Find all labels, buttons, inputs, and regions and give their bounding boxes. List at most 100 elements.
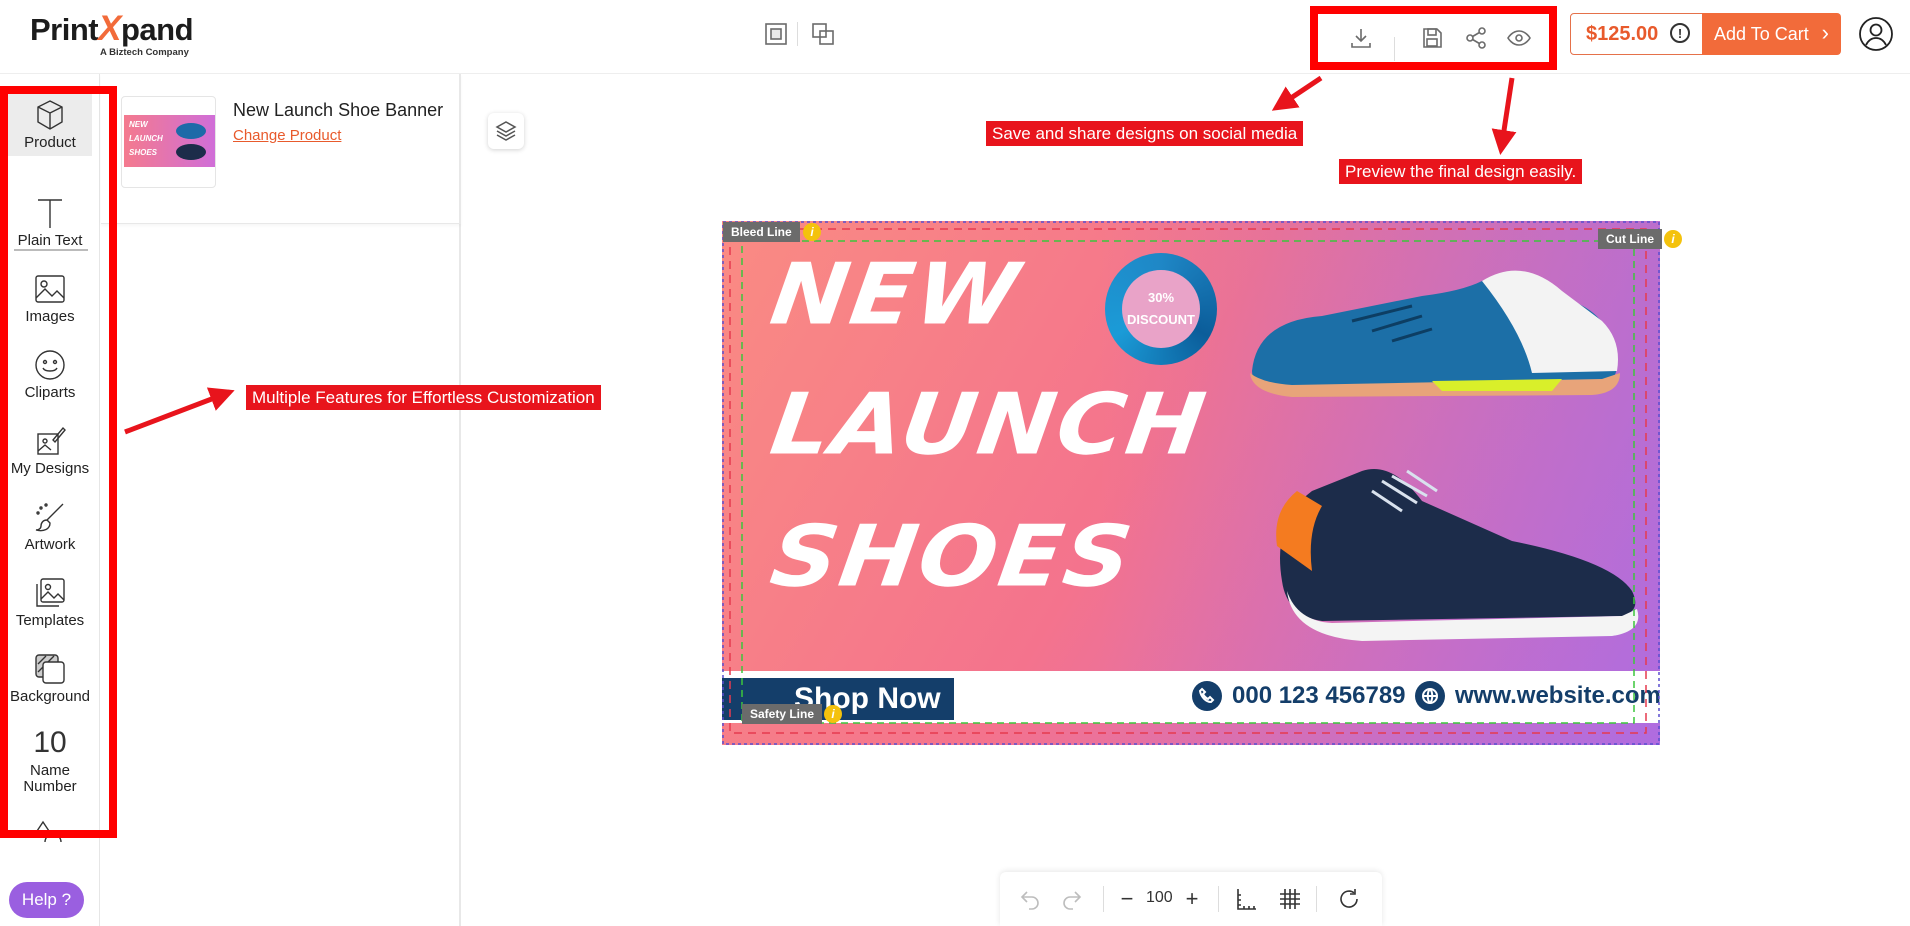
sidebar-item-product[interactable]: Product — [8, 90, 92, 156]
printxpand-logo[interactable]: PrintXpand A Biztech Company — [30, 10, 210, 60]
thumb-text-2: LAUNCH — [129, 134, 163, 143]
arrow-save-share — [1271, 75, 1323, 111]
blue-sneaker-image[interactable] — [1232, 261, 1632, 411]
website-url: www.website.com — [1455, 682, 1660, 709]
product-title: New Launch Shoe Banner — [233, 100, 444, 120]
banner-design-canvas[interactable]: NEW LAUNCH SHOES 30% DISCOUNT Shop Now 0… — [722, 221, 1660, 745]
discount-badge-inner: 30% DISCOUNT — [1122, 270, 1200, 348]
sidebar-item-name-number[interactable]: 10 Name Number — [8, 726, 92, 795]
discount-label: DISCOUNT — [1127, 312, 1195, 327]
user-account-icon[interactable] — [1858, 16, 1894, 52]
layers-icon — [495, 121, 517, 141]
thumb-shoe-2 — [176, 144, 206, 160]
phone-icon — [1192, 681, 1222, 711]
sidebar-item-images[interactable]: Images — [8, 272, 92, 325]
undo-icon[interactable] — [1016, 885, 1044, 913]
banner-contact-bar: Shop Now 000 123 456789 www.website.com — [722, 671, 1660, 723]
cut-line-label: Cut Line — [1598, 229, 1662, 249]
logo-x: X — [98, 9, 121, 48]
bleed-info-icon[interactable]: i — [803, 223, 821, 241]
zoom-in-button[interactable]: + — [1178, 885, 1206, 913]
send-backward-icon[interactable] — [808, 19, 838, 49]
headline-shoes[interactable]: SHOES — [765, 507, 1139, 605]
bleed-line-label: Bleed Line — [723, 222, 800, 242]
change-product-link[interactable]: Change Product — [233, 127, 341, 144]
grid-icon[interactable] — [1276, 885, 1304, 913]
add-to-cart-label: Add To Cart — [1714, 23, 1809, 44]
safety-info-icon[interactable]: i — [824, 705, 842, 723]
globe-icon — [1415, 681, 1445, 711]
sidebar-divider — [14, 249, 88, 251]
toolbar-divider — [1316, 886, 1317, 912]
logo-suffix: pand — [120, 12, 194, 47]
redo-icon[interactable] — [1058, 885, 1086, 913]
logo-tagline: A Biztech Company — [100, 47, 189, 58]
toolbar-divider — [1103, 886, 1104, 912]
sidebar-item-templates[interactable]: Templates — [8, 576, 92, 629]
safety-line-label: Safety Line — [742, 704, 823, 724]
logo-wordmark: PrintXpand — [30, 10, 210, 49]
image-icon — [35, 275, 65, 303]
product-thumbnail[interactable]: NEW LAUNCH SHOES — [121, 96, 216, 188]
navy-sneaker-image[interactable] — [1252, 451, 1652, 651]
canvas-toolbar: − 100 + — [1000, 872, 1382, 926]
toolbar-divider — [1394, 37, 1395, 61]
ruler-icon[interactable] — [1232, 885, 1260, 913]
zoom-level: 100 — [1146, 889, 1173, 906]
phone-number: 000 123 456789 — [1232, 682, 1406, 709]
sidebar-item-label: Cliparts — [24, 384, 76, 401]
toolbar-divider — [1218, 886, 1219, 912]
sidebar-item-background[interactable]: Background — [8, 652, 92, 705]
text-t-icon — [38, 199, 62, 228]
annotation-save-share: Save and share designs on social media — [986, 121, 1304, 146]
sidebar-item-artwork[interactable]: Artwork — [8, 500, 92, 553]
tool-sidebar: Product Plain Text Images Cliparts My De… — [0, 74, 100, 926]
save-share-toolbar — [1310, 6, 1557, 70]
save-icon[interactable] — [1417, 23, 1447, 53]
top-header: PrintXpand A Biztech Company $125.00 ! A… — [0, 0, 1910, 74]
background-icon — [35, 654, 65, 684]
cut-info-icon[interactable]: i — [1664, 230, 1682, 248]
thumb-text-3: SHOES — [129, 148, 158, 157]
sidebar-item-label: Templates — [15, 612, 85, 629]
price-info-icon[interactable]: ! — [1670, 23, 1690, 43]
download-icon[interactable] — [1346, 23, 1376, 53]
product-card: NEW LAUNCH SHOES New Launch Shoe Banner … — [101, 74, 461, 224]
layers-button[interactable] — [488, 113, 524, 149]
sidebar-item-plain-text[interactable]: Plain Text — [8, 196, 92, 249]
sidebar-item-cliparts[interactable]: Cliparts — [8, 348, 92, 401]
sidebar-item-label-line1: Name — [29, 762, 70, 779]
sidebar-item-shapes[interactable] — [8, 820, 92, 842]
price-display: $125.00 ! — [1570, 13, 1703, 55]
artwork-brush-icon — [35, 503, 64, 532]
arrow-preview — [1491, 77, 1517, 155]
sidebar-item-my-designs[interactable]: My Designs — [8, 424, 92, 477]
thumb-shoe-1 — [176, 123, 206, 139]
zoom-out-button[interactable]: − — [1113, 885, 1141, 913]
arrange-divider — [797, 22, 798, 46]
discount-badge[interactable]: 30% DISCOUNT — [1105, 253, 1217, 365]
help-button[interactable]: Help ? — [9, 882, 84, 918]
templates-icon — [36, 578, 65, 607]
sidebar-item-label: Plain Text — [17, 232, 83, 249]
sidebar-item-label: Artwork — [24, 536, 76, 553]
sidebar-item-label: Background — [9, 688, 91, 705]
phone-contact[interactable]: 000 123 456789 — [1192, 681, 1406, 711]
thumb-text-1: NEW — [129, 120, 148, 129]
preview-eye-icon[interactable] — [1504, 23, 1534, 53]
add-to-cart-button[interactable]: Add To Cart › — [1702, 13, 1841, 55]
sidebar-item-label-line2: Number — [23, 778, 77, 795]
my-designs-icon — [37, 426, 66, 455]
chevron-right-icon: › — [1821, 20, 1829, 45]
logo-prefix: Print — [30, 12, 99, 47]
refresh-icon[interactable] — [1335, 885, 1363, 913]
name-number-icon: 10 — [33, 726, 67, 759]
product-panel: NEW LAUNCH SHOES New Launch Shoe Banner … — [101, 74, 461, 926]
website-contact[interactable]: www.website.com — [1415, 681, 1660, 711]
share-icon[interactable] — [1461, 23, 1491, 53]
sidebar-item-label: My Designs — [10, 460, 90, 477]
bring-forward-icon[interactable] — [761, 19, 791, 49]
headline-new[interactable]: NEW — [765, 245, 1026, 343]
cube-icon — [37, 100, 63, 130]
headline-launch[interactable]: LAUNCH — [765, 375, 1213, 473]
